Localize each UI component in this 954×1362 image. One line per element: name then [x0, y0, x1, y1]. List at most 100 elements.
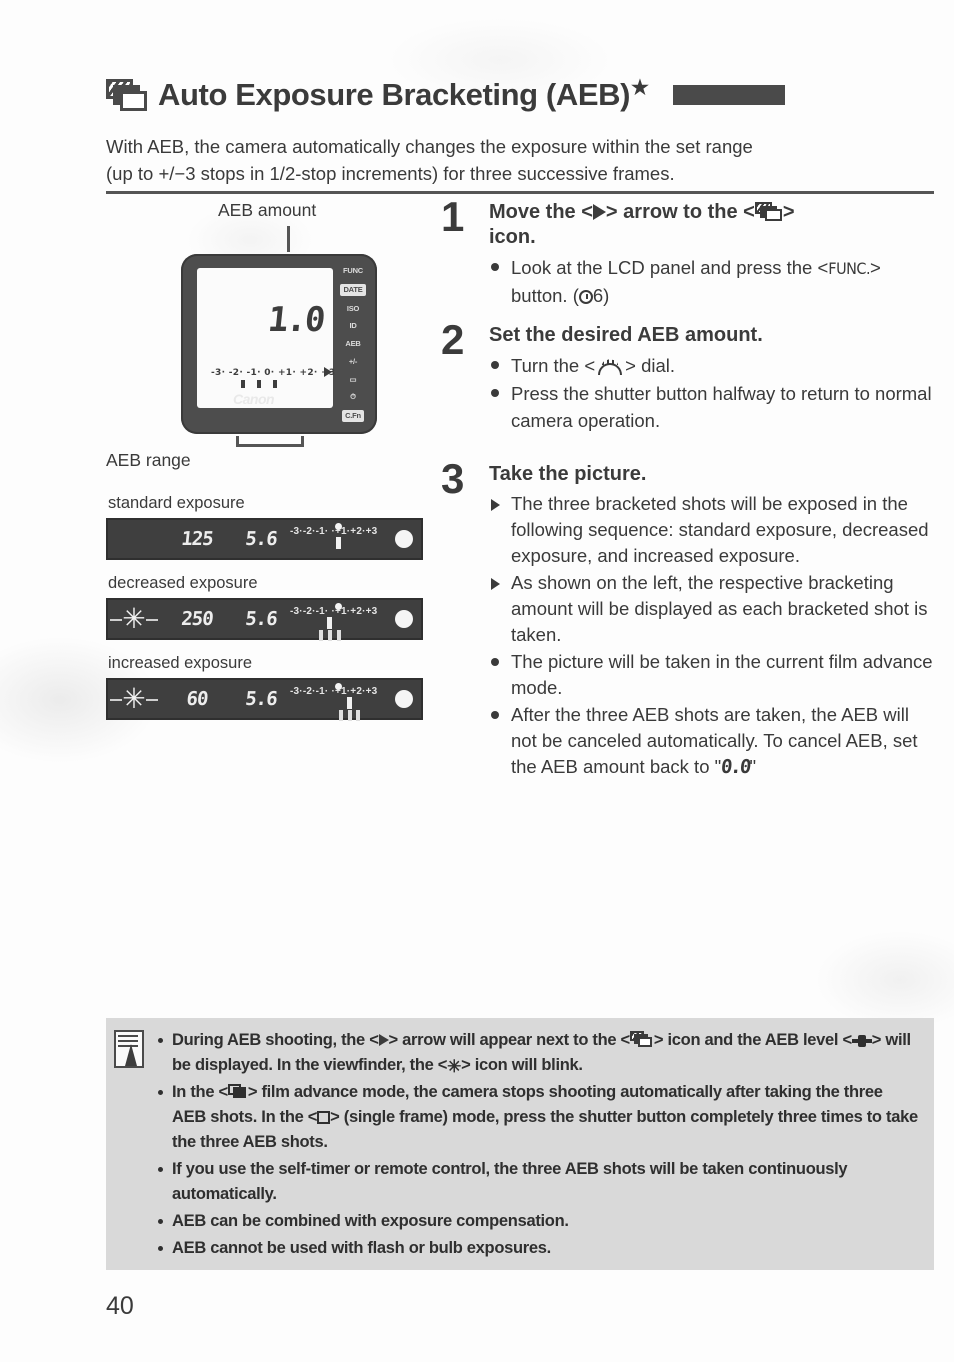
- star-blink-icon: ✳: [447, 1057, 462, 1076]
- step-3-bullet-2: As shown on the left, the respective bra…: [489, 570, 934, 648]
- step-3: 3 Take the picture. The three bracketed …: [441, 458, 934, 780]
- vf-shutter-speed-increased: 60: [185, 688, 209, 710]
- vf-shutter-speed-standard: 125: [180, 528, 214, 550]
- viewfinder-display-increased: ✳ 60 5.6 -3·-2·-1· ·+1·+2·+3: [106, 678, 423, 721]
- vf-shutter-speed-decreased: 250: [180, 608, 214, 630]
- vf-indicator-circle-decreased: [395, 610, 413, 628]
- timer-clock-icon: [578, 290, 593, 304]
- step-1-bullet-1-pre: Look at the LCD panel and press the <: [511, 257, 829, 278]
- step-2-number: 2: [441, 316, 465, 363]
- continuous-advance-icon: [227, 1084, 248, 1100]
- step-2-bullet-2: Press the shutter button halfway to retu…: [489, 380, 934, 434]
- func-button-token: FUNC.: [828, 259, 871, 278]
- note-item-1: During AEB shooting, the < > arrow will a…: [154, 1028, 920, 1078]
- intro-paragraph: With AEB, the camera automatically chang…: [106, 133, 934, 187]
- step-3-bullet-2-text: As shown on the left, the respective bra…: [511, 572, 928, 645]
- lcd-panel-illustration: 1.0 -3· -2· -1· 0· +1· +2· +3 Canon FUNC…: [181, 254, 377, 434]
- bullet-triangle-icon: [491, 578, 500, 590]
- vf-exposure-scale-increased: -3·-2·-1· ·+1·+2·+3: [288, 679, 395, 721]
- bullet-dot-icon: [491, 658, 499, 666]
- intro-line-2: (up to +/−3 stops in 1/2-stop increments…: [106, 163, 675, 184]
- lcd-side-icon-id: ID: [349, 321, 357, 331]
- aeb-level-icon: [851, 1035, 872, 1047]
- vf-indicator-circle-standard: [395, 530, 413, 548]
- viewfinder-caption-increased: increased exposure: [108, 654, 253, 672]
- vf-scale-text-decreased: -3·-2·-1· ·+1·+2·+3: [290, 606, 378, 617]
- step-2-title: Set the desired AEB amount.: [489, 324, 763, 346]
- vf-blink-star-icon-increased: ✳: [108, 679, 160, 719]
- bullet-dot-icon: [491, 263, 499, 271]
- vf-aperture-standard: 5.6: [244, 528, 278, 550]
- step-3-bullet-1-text: The three bracketed shots will be expose…: [511, 493, 929, 566]
- step-1-number: 1: [441, 193, 465, 240]
- bullet-dot-icon: [491, 361, 499, 369]
- step-3-bullet-3: The picture will be taken in the current…: [489, 649, 934, 701]
- note-4-text: AEB can be combined with exposure compen…: [172, 1212, 569, 1230]
- lcd-zero-value: 0.0: [720, 756, 751, 778]
- mode-indicator-bar: [672, 85, 785, 105]
- vf-scale-text-increased: -3·-2·-1· ·+1·+2·+3: [290, 686, 378, 697]
- viewfinder-display-standard: 125 5.6 -3·-2·-1· ·+1·+2·+3: [106, 518, 423, 560]
- lcd-scale-text: -3· -2· -1· 0· +1· +2· +3: [211, 368, 336, 378]
- lcd-side-icon-date: DATE: [340, 283, 366, 296]
- main-dial-icon: [595, 358, 625, 375]
- bullet-dot-icon: [158, 1167, 163, 1172]
- step-3-bullet-1: The three bracketed shots will be expose…: [489, 491, 934, 569]
- vf-aperture-increased: 5.6: [244, 688, 278, 710]
- vf-indicator-circle-increased: [395, 690, 413, 708]
- lcd-scale-arrow-icon: [324, 367, 332, 377]
- notepad-pen-icon: [114, 1030, 144, 1068]
- step-3-bullet-4-post: ": [749, 756, 757, 777]
- step-2-bullet-1-pre: Turn the <: [511, 355, 596, 376]
- note-1-p2: > arrow will appear next to the <: [388, 1031, 631, 1049]
- bullet-dot-icon: [491, 711, 499, 719]
- step-3-bullets: The three bracketed shots will be expose…: [489, 491, 934, 780]
- header-divider: [106, 191, 934, 194]
- notes-box: During AEB shooting, the < > arrow will a…: [106, 1018, 934, 1270]
- aeb-range-callout: AEB range: [106, 436, 436, 480]
- page-title: Auto Exposure Bracketing (AEB)★: [158, 77, 649, 113]
- bullet-triangle-icon: [491, 499, 500, 511]
- illustration-column: AEB amount 1.0 -3· -2· -1· 0· +1· +2· +3…: [106, 200, 436, 721]
- step-3-title: Take the picture.: [489, 463, 647, 485]
- step-3-bullet-4: After the three AEB shots are taken, the…: [489, 702, 934, 780]
- aeb-range-label: AEB range: [106, 450, 191, 470]
- note-2-p1: In the <: [172, 1083, 228, 1101]
- bullet-dot-icon: [158, 1246, 163, 1251]
- viewfinder-caption-decreased: decreased exposure: [108, 574, 258, 592]
- note-item-3: If you use the self-timer or remote cont…: [154, 1157, 920, 1207]
- step-1-title: Move the < > arrow to the < > icon.: [489, 200, 934, 250]
- arrow-right-icon: [592, 204, 606, 220]
- step-2: 2 Set the desired AEB amount. Turn the <…: [441, 319, 934, 434]
- title-star-icon: ★: [631, 76, 649, 99]
- page-title-row: Auto Exposure Bracketing (AEB)★: [106, 70, 934, 120]
- note-item-5: AEB cannot be used with flash or bulb ex…: [154, 1236, 920, 1261]
- arrow-right-icon: [378, 1034, 389, 1046]
- intro-line-1: With AEB, the camera automatically chang…: [106, 136, 753, 157]
- vf-exposure-scale-standard: -3·-2·-1· ·+1·+2·+3: [288, 519, 395, 559]
- lcd-side-icon-strip: FUNC DATE ISO ID AEB +/- ▭ ⏱ C.Fn: [336, 266, 370, 422]
- note-3-text: If you use the self-timer or remote cont…: [172, 1160, 848, 1203]
- note-item-2: In the < > film advance mode, the camera …: [154, 1080, 920, 1155]
- note-5-text: AEB cannot be used with flash or bulb ex…: [172, 1239, 551, 1257]
- step-1-bullet-1: Look at the LCD panel and press the <FUN…: [489, 254, 934, 309]
- bullet-dot-icon: [158, 1038, 163, 1043]
- manual-page: Auto Exposure Bracketing (AEB)★ With AEB…: [0, 0, 954, 1362]
- lcd-side-icon-iso: ISO: [346, 303, 360, 313]
- step-1-title-mid: > arrow to the <: [605, 201, 755, 223]
- lcd-aeb-amount-value: 1.0: [265, 300, 326, 340]
- page-number: 40: [106, 1292, 134, 1320]
- step-3-bullet-3-text: The picture will be taken in the current…: [511, 651, 933, 698]
- bullet-dot-icon: [158, 1090, 163, 1095]
- lcd-side-icon-exposure-comp: +/-: [348, 356, 358, 366]
- step-1-title-line2: icon.: [489, 226, 536, 248]
- step-1: 1 Move the < > arrow to the < > icon. Look …: [441, 196, 934, 309]
- lcd-side-icon-func: FUNC: [342, 266, 364, 275]
- vf-blink-star-icon-decreased: ✳: [108, 599, 160, 639]
- step-2-bullet-2-text: Press the shutter button halfway to retu…: [511, 383, 932, 431]
- step-3-bullet-4-pre: After the three AEB shots are taken, the…: [511, 704, 918, 777]
- vf-exposure-scale-decreased: -3·-2·-1· ·+1·+2·+3: [288, 599, 395, 641]
- aeb-range-bracket: [236, 436, 304, 447]
- lcd-side-icon-aeb: AEB: [345, 339, 361, 348]
- step-2-bullet-1-post: > dial.: [625, 355, 676, 376]
